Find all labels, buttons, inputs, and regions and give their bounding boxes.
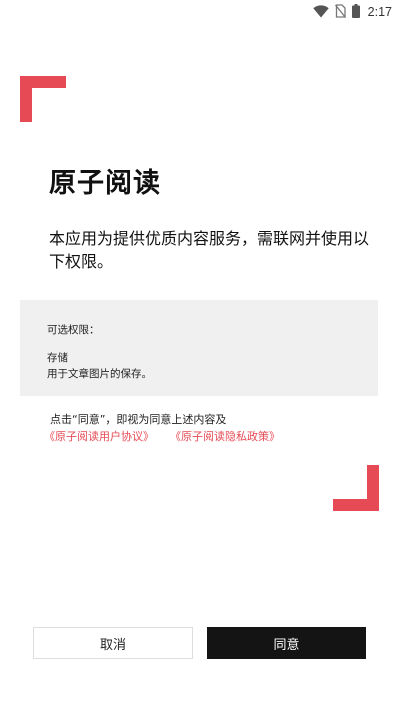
intro-text: 本应用为提供优质内容服务，需联网并使用以下权限。	[49, 229, 370, 271]
agree-button[interactable]: 同意	[207, 627, 366, 659]
cancel-button-label: 取消	[99, 637, 126, 653]
agree-button-label: 同意	[273, 637, 300, 653]
app-title-text: 原子阅读	[49, 168, 161, 199]
consent-note: 点击“同意”，即视为同意上述内容及	[50, 413, 227, 426]
cancel-button[interactable]: 取消	[33, 627, 193, 659]
screen: 2:17 原子阅读 本应用为提供优质内容服务，需联网并使用以下权限。 可选权限：…	[0, 0, 400, 711]
permissions-heading: 可选权限：	[47, 324, 100, 336]
permissions-panel: 可选权限： 存储 用于文章图片的保存。	[20, 300, 378, 396]
status-icons: 2:17	[312, 3, 392, 22]
status-bar: 2:17	[0, 0, 400, 24]
no-sim-icon	[334, 3, 346, 22]
app-title: 原子阅读	[49, 166, 161, 202]
wifi-icon	[312, 3, 329, 22]
corner-bracket-top-left	[20, 76, 66, 122]
privacy-policy-link[interactable]: 《原子阅读隐私政策》	[170, 428, 280, 444]
corner-bracket-bottom-right	[333, 465, 379, 511]
battery-icon	[351, 3, 360, 22]
user-agreement-link[interactable]: 《原子阅读用户协议》	[44, 428, 154, 444]
permission-name-storage: 存储	[47, 352, 68, 364]
status-time: 2:17	[367, 5, 392, 19]
permission-description-storage: 用于文章图片的保存。	[47, 368, 152, 380]
